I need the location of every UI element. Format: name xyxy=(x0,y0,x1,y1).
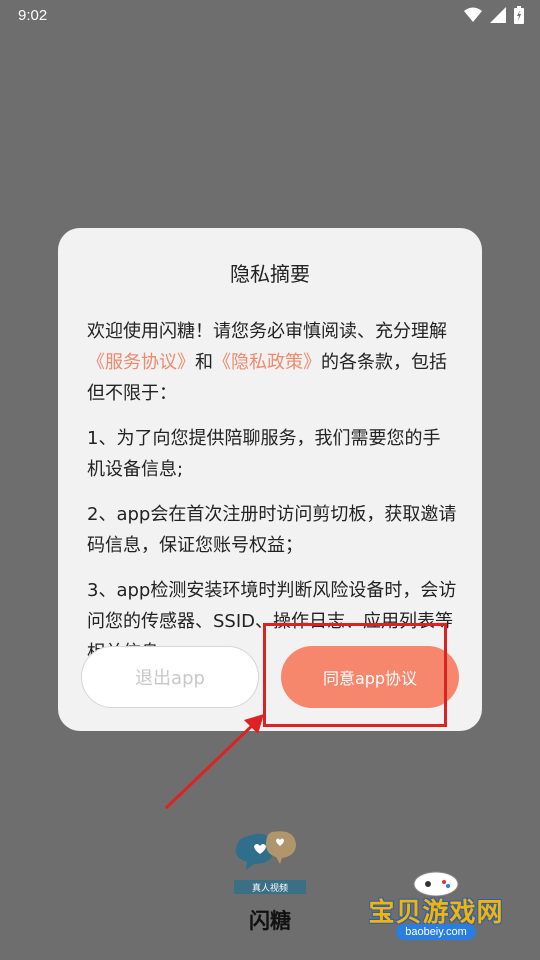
watermark: 宝贝游戏网 baobeiy.com xyxy=(362,862,510,942)
status-time: 9:02 xyxy=(18,7,48,24)
app-name: 闪糖 xyxy=(249,909,291,933)
annotation-arrow-icon xyxy=(164,714,264,810)
status-bar: 9:02 xyxy=(0,0,540,32)
intro-prefix: 欢迎使用闪糖！请您务必审慎阅读、充分理解 xyxy=(87,321,447,342)
gamepad-icon xyxy=(413,871,459,897)
and-text: 和 xyxy=(195,352,213,373)
wifi-icon xyxy=(464,7,482,23)
privacy-policy-link[interactable]: 《隐私政策》 xyxy=(213,352,321,373)
status-icons xyxy=(464,6,524,24)
list-item: 1、为了向您提供陪聊服务，我们需要您的手机设备信息; xyxy=(87,428,441,480)
service-agreement-link[interactable]: 《服务协议》 xyxy=(87,352,195,373)
signal-icon xyxy=(490,7,506,23)
watermark-url: baobeiy.com xyxy=(396,924,476,940)
annotation-highlight-box xyxy=(263,623,447,727)
logo-banner-text: 真人视频 xyxy=(252,882,288,894)
dialog-title: 隐私摘要 xyxy=(230,262,310,286)
app-logo: 真人视频 xyxy=(232,830,308,896)
intro-paragraph: 欢迎使用闪糖！请您务必审慎阅读、充分理解《服务协议》和《隐私政策》的各条款，包括… xyxy=(87,316,457,409)
exit-app-button[interactable]: 退出app xyxy=(81,646,259,708)
list-item: 2、app会在首次注册时访问剪切板，获取邀请码信息，保证您账号权益； xyxy=(87,504,457,556)
battery-icon xyxy=(514,6,524,24)
